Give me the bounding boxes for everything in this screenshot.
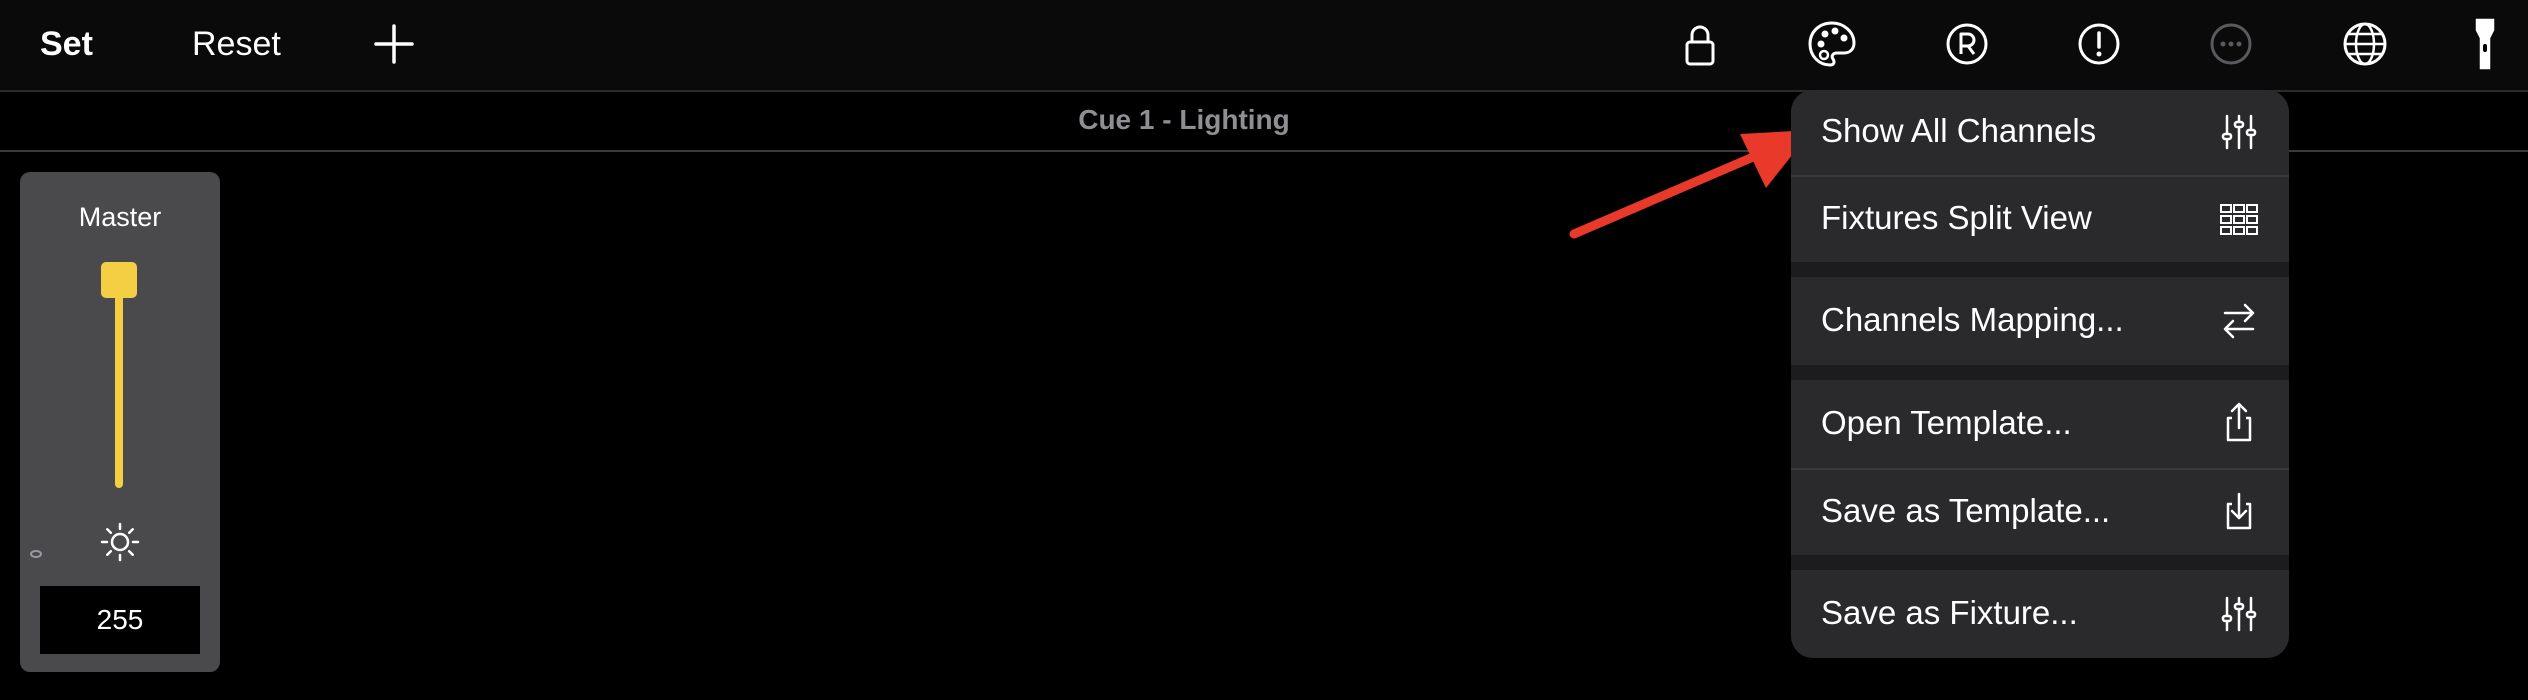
brightness-icon (98, 520, 142, 564)
options-menu: Show All Channels Fixtures Split View Ch… (1791, 90, 2289, 658)
globe-icon[interactable] (2335, 14, 2395, 74)
menu-item-show-all-channels[interactable]: Show All Channels (1791, 90, 2289, 175)
grid-icon (2217, 197, 2261, 241)
menu-item-label: Show All Channels (1821, 112, 2097, 149)
menu-item-label: Open Template... (1821, 404, 2072, 441)
menu-item-fixtures-split-view[interactable]: Fixtures Split View (1791, 177, 2289, 262)
menu-item-label: Save as Template... (1821, 492, 2111, 529)
master-fader-panel: Master 255 (20, 172, 220, 672)
master-slider-thumb[interactable] (101, 262, 137, 298)
sliders-icon (2217, 592, 2261, 636)
menu-item-label: Save as Fixture... (1821, 594, 2078, 631)
master-label: Master (78, 202, 162, 232)
menu-item-label: Channels Mapping... (1821, 301, 2124, 338)
master-value-field[interactable]: 255 (40, 586, 200, 654)
exclamation-icon[interactable] (2069, 14, 2129, 74)
menu-item-open-template[interactable]: Open Template... (1791, 380, 2289, 468)
flashlight-icon[interactable] (2455, 14, 2515, 74)
download-icon (2217, 490, 2261, 534)
plus-icon[interactable] (364, 14, 424, 74)
arrows-swap-icon (2217, 299, 2261, 343)
menu-item-save-as-fixture[interactable]: Save as Fixture... (1791, 570, 2289, 658)
palette-icon[interactable] (1802, 14, 1862, 74)
set-button[interactable]: Set (40, 22, 93, 66)
menu-item-channels-mapping[interactable]: Channels Mapping... (1791, 277, 2289, 365)
share-icon (2217, 400, 2261, 444)
menu-item-save-as-template[interactable]: Save as Template... (1791, 470, 2289, 555)
sliders-icon (2217, 110, 2261, 154)
menu-item-label: Fixtures Split View (1821, 199, 2092, 236)
more-icon[interactable] (2201, 14, 2261, 74)
small-indicator-icon (30, 550, 42, 558)
registered-icon[interactable] (1937, 14, 1997, 74)
lock-icon[interactable] (1670, 14, 1730, 74)
top-toolbar: Set Reset (0, 0, 2528, 92)
master-slider-track[interactable] (115, 272, 123, 488)
reset-button[interactable]: Reset (192, 22, 281, 66)
